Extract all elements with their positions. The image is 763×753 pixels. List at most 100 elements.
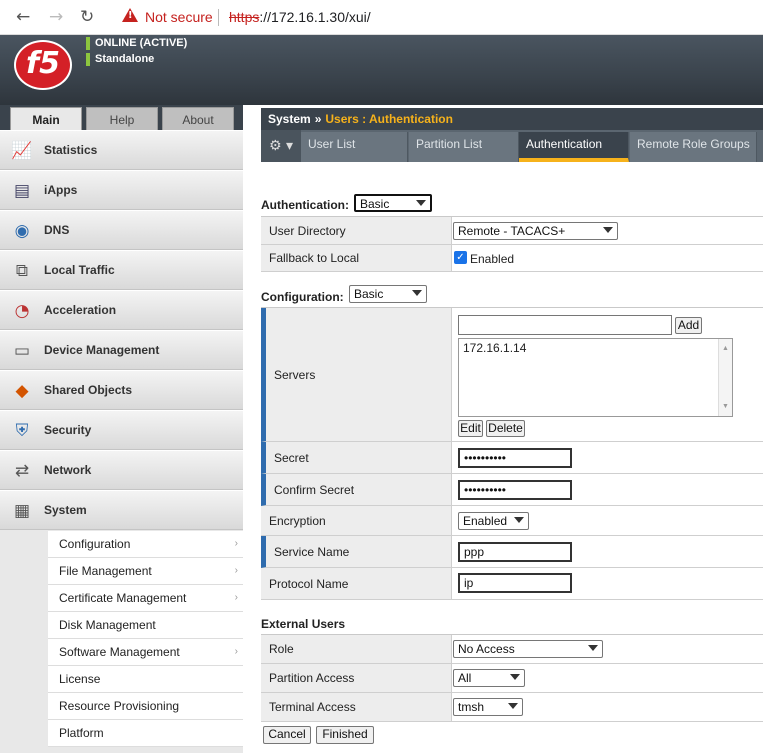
breadcrumb-root[interactable]: System [268,112,311,126]
f5-logo: f5 [16,42,70,88]
url-path: ://172.16.1.30/xui/ [259,9,371,25]
subnav-disk-management[interactable]: Disk Management [48,612,243,639]
servers-listbox[interactable]: 172.16.1.14 ▲ ▼ [458,338,733,417]
url-divider [218,9,219,26]
authentication-label: Authentication: [261,198,349,212]
nav-dns[interactable]: ◉ DNS [0,210,243,250]
tab-remote-role-groups[interactable]: Remote Role Groups [630,132,757,162]
nav-local-traffic[interactable]: ⧉ Local Traffic [0,250,243,290]
finished-button[interactable]: Finished [316,726,374,744]
tab-help[interactable]: Help [86,107,158,131]
subnav-certificate-management[interactable]: Certificate Management › [48,585,243,612]
listbox-scrollbar[interactable]: ▲ ▼ [718,339,732,416]
nav-network[interactable]: ⇄ Network [0,450,243,490]
subnav-file-management[interactable]: File Management › [48,558,243,585]
delete-server-button[interactable]: Delete [486,420,525,437]
server-list-item[interactable]: 172.16.1.14 [463,341,728,355]
add-server-button[interactable]: Add [675,317,702,334]
system-icon: ▦ [13,501,31,521]
breadcrumb-current: Users : Authentication [325,112,453,126]
speedometer-icon: ◔ [14,301,30,321]
subnav-configuration[interactable]: Configuration › [48,531,243,558]
nav-label: Local Traffic [44,263,115,277]
reload-icon[interactable]: ↻ [80,8,94,26]
user-directory-select[interactable]: Remote - TACACS+ [453,222,618,240]
server-address-input[interactable] [458,315,672,335]
nav-label: System [44,503,87,517]
protocol-name-input[interactable]: ip [458,573,572,593]
configuration-mode-select[interactable]: Basic [349,285,427,303]
chevron-down-icon [603,227,613,233]
nav-iapps[interactable]: ▤ iApps [0,170,243,210]
tab-main[interactable]: Main [10,107,82,131]
fallback-checkbox[interactable]: ✓ [454,251,467,264]
tab-authentication[interactable]: Authentication [519,132,629,162]
nav-device-management[interactable]: ▭ Device Management [0,330,243,370]
nav-label: Shared Objects [44,383,133,397]
role-select[interactable]: No Access [453,640,603,658]
select-value: Remote - TACACS+ [458,224,566,238]
tab-partition-list[interactable]: Partition List [409,132,519,162]
subnav-license[interactable]: License [48,666,243,693]
fallback-value: Enabled [470,252,515,266]
cancel-button[interactable]: Cancel [263,726,311,744]
terminal-access-label: Terminal Access [261,693,451,722]
nav-label: Network [44,463,92,477]
chevron-down-icon [416,200,426,206]
subnav-label: Platform [59,726,104,740]
subnav-platform[interactable]: Platform [48,720,243,747]
select-value: Basic [360,197,390,211]
tab-user-list[interactable]: User List [301,132,408,162]
tab-about[interactable]: About [162,107,234,131]
warning-icon[interactable]: ! [122,8,138,22]
edit-server-button[interactable]: Edit [458,420,483,437]
encryption-select[interactable]: Enabled [458,512,529,530]
subnav-label: Software Management [59,645,180,659]
forward-arrow-icon[interactable]: → [49,8,63,26]
service-name-input[interactable]: ppp [458,542,572,562]
device-icon: ▭ [13,341,31,361]
external-users-label: External Users [261,617,346,631]
nav-label: Statistics [44,143,98,157]
partition-access-select[interactable]: All [453,669,525,687]
statistics-icon: 📈 [11,141,33,161]
local-traffic-icon: ⧉ [15,261,29,281]
select-value: All [458,671,472,685]
nav-security[interactable]: ⛨ Security [0,410,243,450]
gear-menu-icon[interactable]: ⚙ ▾ [261,130,301,162]
service-name-label: Service Name [261,536,451,568]
mode-indicator [86,53,90,66]
address-bar[interactable]: https://172.16.1.30/xui/ [229,9,371,25]
nav-acceleration[interactable]: ◔ Acceleration [0,290,243,330]
subnav-resource-provisioning[interactable]: Resource Provisioning [48,693,243,720]
servers-label: Servers [261,308,451,442]
subnav-label: Resource Provisioning [59,699,180,713]
subnav-label: File Management [59,564,152,578]
secret-input[interactable]: •••••••••• [458,448,572,468]
authentication-mode-select[interactable]: Basic [354,194,432,212]
scroll-up-icon[interactable]: ▲ [722,345,729,352]
subnav-software-management[interactable]: Software Management › [48,639,243,666]
subnav-label: License [59,672,101,686]
browser-toolbar [0,0,763,35]
scroll-down-icon[interactable]: ▼ [722,403,729,410]
nav-label: Acceleration [44,303,117,317]
select-value: No Access [458,642,515,656]
nav-shared-objects[interactable]: ◆ Shared Objects [0,370,243,410]
back-arrow-icon[interactable]: ← [16,8,30,26]
chevron-down-icon [510,674,520,680]
user-directory-label: User Directory [261,217,451,245]
nav-system[interactable]: ▦ System [0,490,243,530]
confirm-secret-input[interactable]: •••••••••• [458,480,572,500]
chevron-right-icon: › [234,646,238,657]
not-secure-label[interactable]: Not secure [145,9,213,25]
shapes-icon: ◆ [15,381,29,401]
subnav-label: Configuration [59,537,131,551]
chevron-down-icon [514,517,524,523]
nav-label: DNS [44,223,70,237]
terminal-access-select[interactable]: tmsh [453,698,523,716]
chevron-down-icon [412,290,422,296]
url-scheme: https [229,9,260,25]
nav-statistics[interactable]: 📈 Statistics [0,130,243,170]
chevron-right-icon: › [234,565,238,576]
